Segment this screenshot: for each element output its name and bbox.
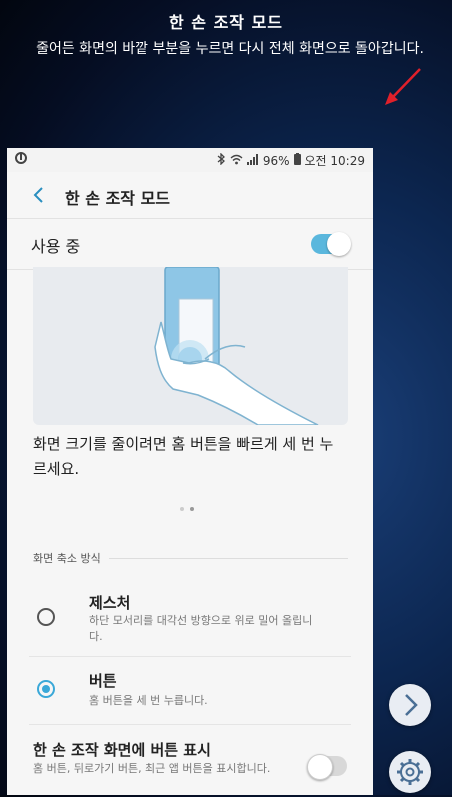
radio-gesture[interactable] [37, 608, 55, 626]
section-header: 화면 축소 방식 [33, 550, 348, 566]
battery-percent: 96% [262, 153, 290, 168]
option-description: 하단 모서리를 대각선 방향으로 위로 밀어 올립니다. [89, 614, 313, 643]
radio-button-selected[interactable] [37, 680, 55, 698]
option-description: 홈 버튼을 세 번 누릅니다. [89, 694, 208, 707]
page-indicator [180, 507, 194, 511]
divider [29, 724, 351, 725]
master-toggle-switch[interactable] [311, 232, 351, 256]
master-toggle-row[interactable]: 사용 중 [7, 219, 373, 269]
status-bar: 96% 오전 10:29 [7, 148, 373, 172]
show-buttons-switch[interactable] [307, 754, 347, 780]
section-header-label: 화면 축소 방식 [33, 552, 101, 565]
page-title: 한 손 조작 모드 [65, 189, 171, 208]
page-dot [180, 507, 184, 511]
page-dot-active [190, 507, 194, 511]
divider [29, 656, 351, 657]
gear-icon [397, 759, 423, 785]
option-button[interactable]: 버튼 홈 버튼을 세 번 누릅니다. [7, 670, 373, 720]
master-toggle-label: 사용 중 [31, 237, 81, 256]
settings-button[interactable] [389, 751, 431, 793]
overlay-title: 한 손 조작 모드 [168, 13, 284, 32]
wifi-icon [230, 154, 243, 168]
notification-icon [15, 152, 27, 167]
hand-phone-illustration [154, 266, 319, 426]
chevron-right-icon [405, 694, 418, 716]
app-bar: 한 손 조작 모드 [7, 172, 373, 218]
bluetooth-icon [217, 152, 226, 168]
show-buttons-description: 홈 버튼, 뒤로가기 버튼, 최근 앱 버튼을 표시합니다. [33, 762, 271, 775]
reduced-screen[interactable]: 96% 오전 10:29 한 손 조작 모드 사용 중 화면 크기를 줄이려면 … [7, 148, 373, 795]
option-gesture[interactable]: 제스처 하단 모서리를 대각선 방향으로 위로 밀어 올립니다. [7, 588, 373, 650]
help-text: 화면 크기를 줄이려면 홈 버튼을 빠르게 세 번 누르세요. [33, 435, 334, 478]
option-title: 제스처 [89, 594, 131, 612]
back-icon[interactable] [27, 183, 51, 207]
battery-icon [293, 153, 301, 168]
signal-icon [246, 153, 259, 168]
clock: 오전 10:29 [304, 154, 365, 168]
option-title: 버튼 [89, 672, 117, 690]
pointer-arrow-icon [385, 68, 421, 105]
expand-screen-button[interactable] [389, 684, 431, 726]
tutorial-illustration [33, 266, 348, 426]
show-buttons-title: 한 손 조작 화면에 버튼 표시 [33, 741, 211, 759]
overlay-description: 줄어든 화면의 바깥 부분을 누르면 다시 전체 화면으로 돌아갑니다. [36, 41, 424, 57]
